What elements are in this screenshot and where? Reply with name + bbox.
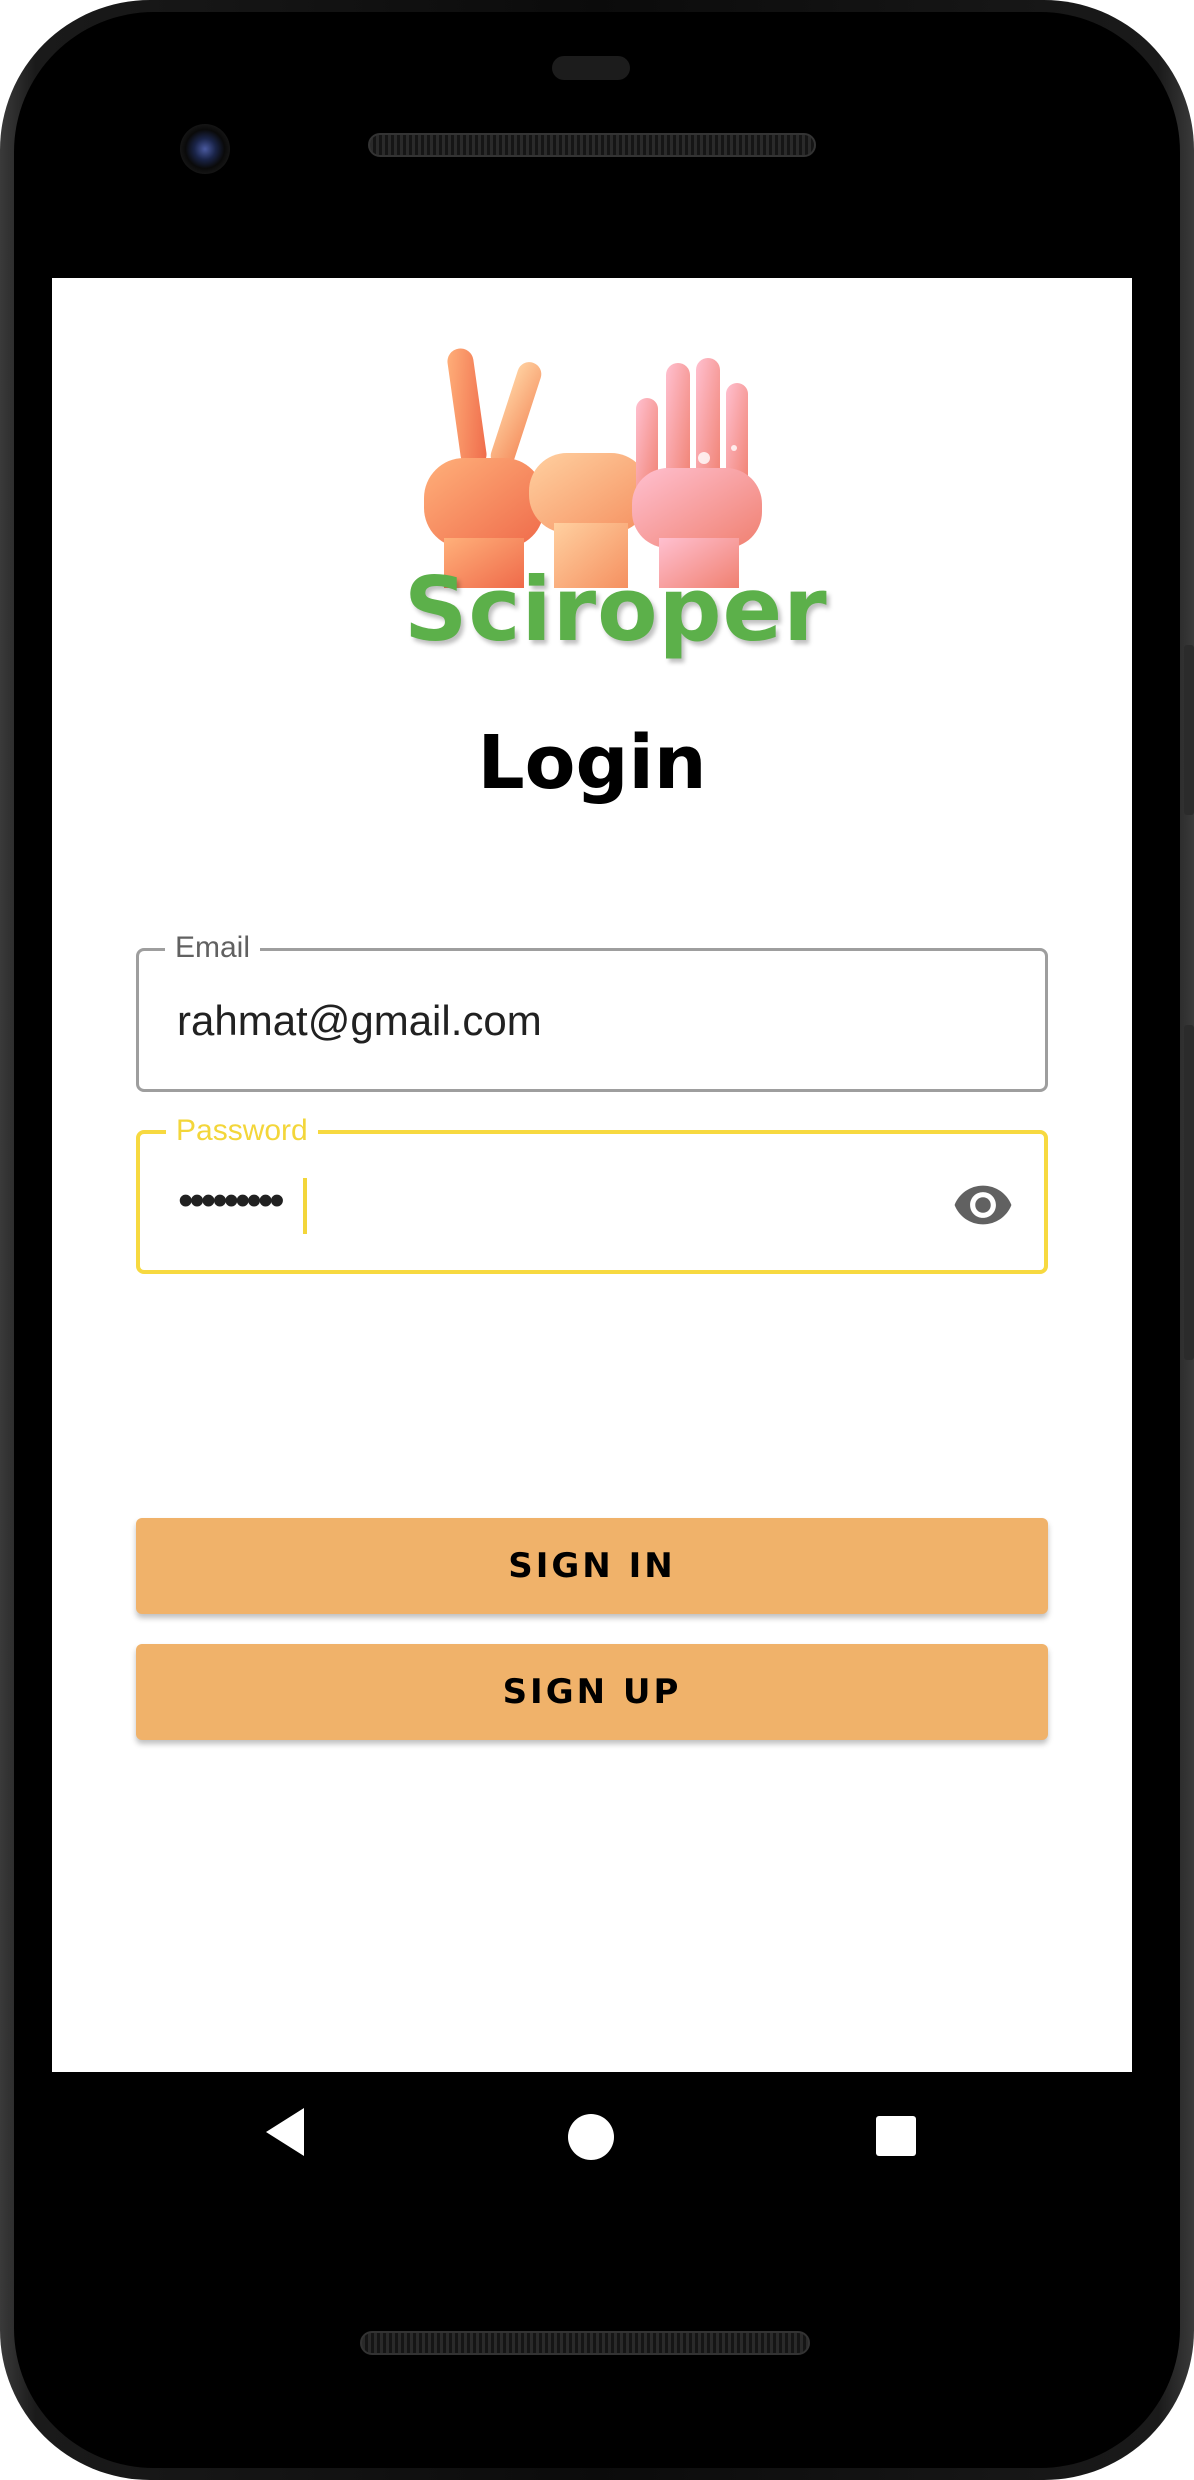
earpiece-speaker [368,133,816,157]
page-title: Login [477,720,707,806]
logo-wordmark: Sciroper [404,558,828,661]
app-screen: Sciroper Login Email rahmat@gmail.com Pa… [52,278,1132,2072]
home-circle-icon[interactable] [568,2114,614,2160]
system-nav-bar [52,2072,1132,2202]
eye-icon[interactable] [952,1174,1014,1236]
bottom-speaker [360,2331,810,2355]
password-field[interactable]: Password ••••••••• [136,1114,1048,1274]
email-label: Email [165,931,261,965]
email-field[interactable]: Email rahmat@gmail.com [136,931,1048,1092]
power-button [1184,645,1194,815]
password-label: Password [166,1114,318,1148]
email-input-value[interactable]: rahmat@gmail.com [177,997,542,1045]
password-input-value[interactable]: ••••••••• [178,1176,285,1226]
sign-up-button[interactable]: SIGN UP [136,1644,1048,1740]
volume-button [1184,1025,1194,1360]
sign-in-button[interactable]: SIGN IN [136,1518,1048,1614]
recents-square-icon[interactable] [876,2116,916,2156]
front-camera [180,124,230,174]
text-cursor [303,1178,307,1234]
top-sensor [552,56,630,80]
hands-logo-icon [424,348,762,588]
app-logo: Sciroper [404,348,828,698]
back-triangle-icon[interactable] [266,2108,304,2156]
phone-frame: Sciroper Login Email rahmat@gmail.com Pa… [0,0,1194,2480]
